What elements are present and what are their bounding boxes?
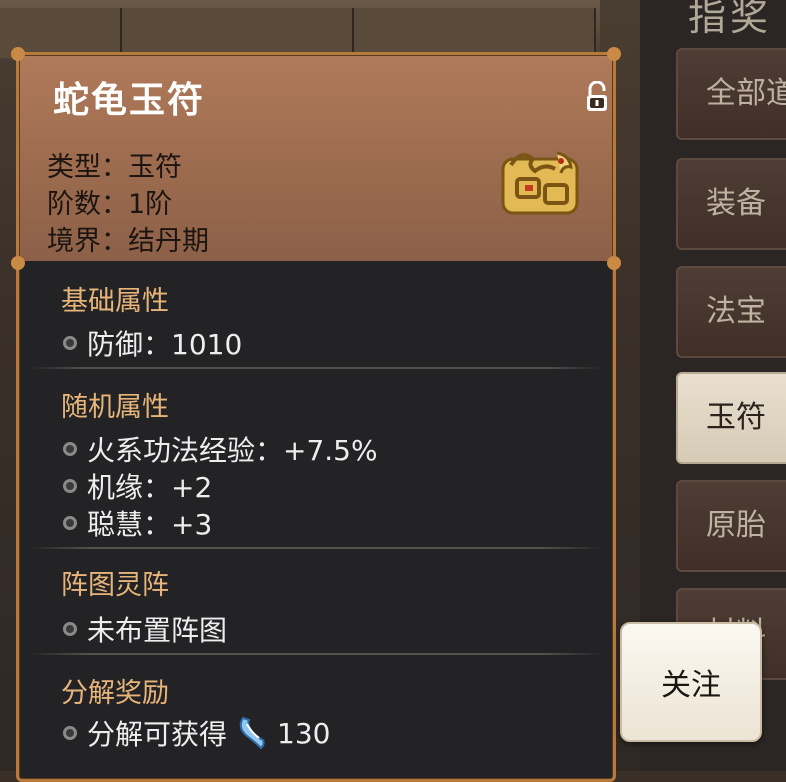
jade-slip-icon bbox=[239, 716, 265, 750]
bullet-icon bbox=[63, 479, 77, 493]
frame-corner bbox=[11, 47, 25, 61]
frame-corner bbox=[607, 47, 621, 61]
section-title-decompose: 分解奖励 bbox=[61, 678, 169, 709]
item-type-label: 类型： bbox=[47, 152, 128, 183]
bullet-icon bbox=[63, 726, 77, 740]
item-details: 基础属性 防御：1010 随机属性 火系功法经验：+7.5% 机缘：+2 聪慧：… bbox=[19, 261, 613, 781]
frame-corner bbox=[11, 256, 25, 270]
decompose-amount: 130 bbox=[277, 716, 331, 750]
background-top-strip bbox=[0, 0, 600, 60]
item-type-value: 玉符 bbox=[128, 152, 182, 183]
attr-wisdom-text: 聪慧：+3 bbox=[87, 508, 213, 541]
follow-button[interactable]: 关注 bbox=[620, 622, 762, 742]
divider bbox=[29, 547, 603, 549]
attr-decompose-reward: 分解可获得 130 bbox=[63, 713, 330, 753]
side-panel-title: 指奖 bbox=[688, 0, 773, 39]
item-header: 蛇龟玉符 类型：玉符 阶数：1阶 境界：结丹期 bbox=[19, 55, 613, 261]
item-realm-value: 结丹期 bbox=[128, 226, 209, 257]
divider bbox=[29, 653, 603, 655]
item-name: 蛇龟玉符 bbox=[53, 80, 206, 121]
item-tier-value: 1阶 bbox=[128, 189, 173, 220]
tab-equipment[interactable]: 装备 bbox=[676, 158, 786, 250]
item-type-row: 类型：玉符 bbox=[47, 145, 182, 184]
attr-defense: 防御：1010 bbox=[63, 323, 242, 363]
tab-treasure[interactable]: 法宝 bbox=[676, 266, 786, 358]
tab-all[interactable]: 全部道 bbox=[676, 48, 786, 140]
attr-fortune: 机缘：+2 bbox=[63, 466, 212, 506]
attr-fire-exp-text: 火系功法经验：+7.5% bbox=[87, 434, 378, 467]
section-title-base: 基础属性 bbox=[61, 286, 169, 317]
bullet-icon bbox=[63, 442, 77, 456]
bullet-icon bbox=[63, 516, 77, 530]
decompose-label: 分解可获得 bbox=[87, 718, 228, 751]
item-realm-label: 境界： bbox=[47, 226, 128, 257]
attr-fire-exp: 火系功法经验：+7.5% bbox=[63, 429, 378, 469]
item-realm-row: 境界：结丹期 bbox=[47, 219, 209, 258]
item-tier-row: 阶数：1阶 bbox=[47, 182, 172, 221]
attr-defense-text: 防御：1010 bbox=[87, 328, 243, 361]
bullet-icon bbox=[63, 622, 77, 636]
attr-formation-text: 未布置阵图 bbox=[87, 614, 228, 647]
attr-formation: 未布置阵图 bbox=[63, 609, 227, 649]
tab-talisman[interactable]: 玉符 bbox=[676, 372, 786, 464]
item-tooltip: 蛇龟玉符 类型：玉符 阶数：1阶 境界：结丹期 基础属性 防御：1010 随机属… bbox=[11, 47, 621, 782]
divider bbox=[29, 367, 603, 369]
attr-fortune-text: 机缘：+2 bbox=[87, 471, 213, 504]
item-tier-label: 阶数： bbox=[47, 189, 128, 220]
section-title-formation: 阵图灵阵 bbox=[61, 570, 169, 601]
frame-corner bbox=[607, 256, 621, 270]
unlocked-padlock-icon[interactable] bbox=[585, 81, 609, 113]
snake-turtle-talisman-icon bbox=[501, 151, 579, 215]
attr-wisdom: 聪慧：+3 bbox=[63, 503, 212, 543]
bullet-icon bbox=[63, 336, 77, 350]
tab-embryo[interactable]: 原胎 bbox=[676, 480, 786, 572]
section-title-random: 随机属性 bbox=[61, 392, 169, 423]
